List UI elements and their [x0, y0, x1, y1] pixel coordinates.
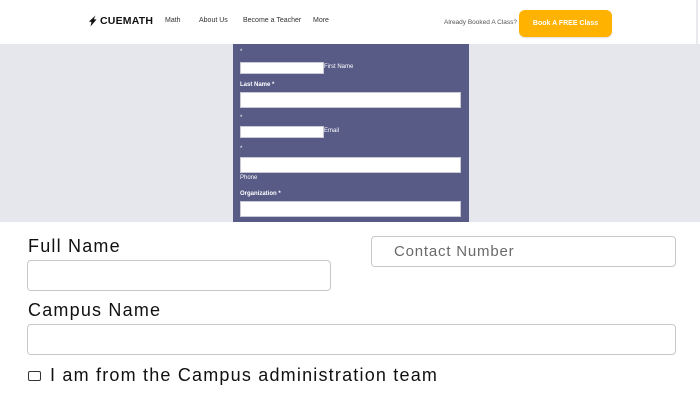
rocket-icon: [89, 15, 97, 27]
phone-label: Phone: [240, 175, 258, 181]
email-input[interactable]: [240, 126, 324, 138]
first-name-label: First Name: [324, 64, 354, 70]
nav-item-more[interactable]: More: [313, 17, 329, 24]
email-label: Email: [324, 128, 340, 134]
embedded-signup-form: * First Name Last Name * * Email * Phone…: [233, 44, 469, 222]
book-free-class-button[interactable]: Book A FREE Class: [519, 10, 612, 37]
logo-text: CUEMATH: [100, 15, 154, 27]
organization-input[interactable]: [240, 201, 461, 217]
contact-number-placeholder: Contact Number: [394, 243, 515, 260]
nav-item-math[interactable]: Math: [165, 17, 181, 24]
organization-label: Organization *: [240, 191, 281, 197]
page: CUEMATH Math About Us Become a Teacher M…: [0, 0, 700, 400]
first-name-input[interactable]: [240, 62, 324, 74]
required-marker: *: [240, 49, 243, 55]
cuemath-logo[interactable]: CUEMATH: [87, 15, 153, 27]
admin-team-checkbox[interactable]: [28, 371, 41, 381]
required-marker: *: [240, 115, 243, 121]
last-name-label: Last Name *: [240, 82, 275, 88]
contact-number-input[interactable]: Contact Number: [371, 236, 676, 267]
nav-item-become-teacher[interactable]: Become a Teacher: [243, 17, 301, 24]
campus-name-input[interactable]: [27, 324, 676, 355]
full-name-label: Full Name: [28, 236, 121, 256]
campus-name-label: Campus Name: [28, 300, 162, 320]
admin-team-checkbox-label[interactable]: I am from the Campus administration team: [50, 365, 438, 386]
full-name-input[interactable]: [27, 260, 331, 291]
already-booked-link[interactable]: Already Booked A Class?: [444, 19, 517, 26]
nav-item-about-us[interactable]: About Us: [199, 17, 228, 24]
phone-input[interactable]: [240, 157, 461, 173]
last-name-input[interactable]: [240, 92, 461, 108]
required-marker: *: [240, 146, 243, 152]
site-header: CUEMATH Math About Us Become a Teacher M…: [0, 0, 698, 44]
